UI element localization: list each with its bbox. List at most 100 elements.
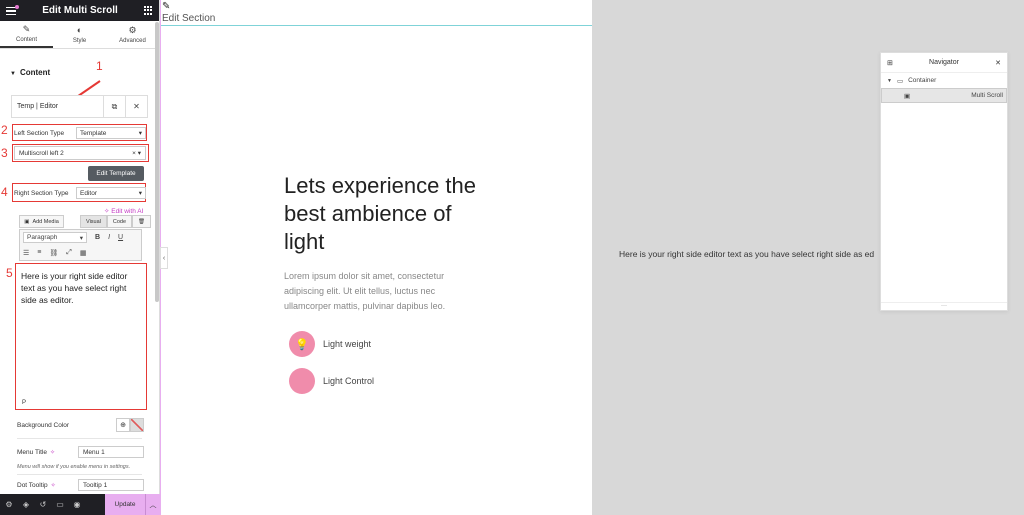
template-repeater-row[interactable]: Temp | Editor ⧉ ✕: [11, 95, 148, 118]
left-section-type-select[interactable]: Template ▾: [76, 127, 146, 139]
dot-tooltip-input[interactable]: Tooltip 1: [78, 479, 144, 491]
editor-content[interactable]: Here is your right side editor text as y…: [16, 264, 146, 312]
responsive-icon[interactable]: ▭: [52, 500, 68, 509]
panel-title: Edit Multi Scroll: [42, 5, 118, 16]
rich-text-editor[interactable]: Here is your right side editor text as y…: [15, 263, 147, 410]
collapse-panel-chevron-icon[interactable]: ‹: [160, 247, 168, 269]
bullet-list-icon[interactable]: ☰: [23, 249, 29, 257]
feature-label: Light Control: [323, 376, 375, 386]
settings-icon[interactable]: ⚙: [1, 500, 17, 509]
widget-icon: ▣: [904, 92, 911, 100]
panel-footer: ⚙ ◈ ↺ ▭ ◉ Update ︿: [0, 494, 160, 515]
link-icon[interactable]: ⛓: [49, 249, 58, 257]
right-section-type-value: Editor: [80, 189, 97, 197]
lightbulb-icon: 💡: [289, 331, 315, 357]
close-icon[interactable]: ✕: [995, 59, 1001, 67]
menu-title-note: Menu will show if you enable menu in set…: [17, 464, 131, 470]
clear-dropdown-icon[interactable]: × ▾: [132, 149, 141, 157]
panel-header: Edit Multi Scroll: [0, 0, 159, 21]
section-description: Lorem ipsum dolor sit amet, consectetur …: [284, 271, 446, 311]
tab-advanced-label: Advanced: [119, 37, 146, 44]
layers-icon[interactable]: ◈: [18, 500, 34, 509]
fullscreen-icon[interactable]: ⤢: [66, 249, 72, 257]
sparkle-icon: ✧: [104, 208, 110, 215]
globe-icon[interactable]: ⊕: [116, 418, 130, 432]
tab-visual[interactable]: Visual: [80, 215, 107, 228]
folder-icon: ▭: [896, 77, 904, 85]
add-media-button[interactable]: ▣ Add Media: [19, 215, 64, 228]
dropdown-arrow-icon: ▾: [138, 130, 142, 137]
navigator-item-container[interactable]: ▼ ▭ Container: [881, 73, 1007, 88]
tab-advanced[interactable]: ⚙ Advanced: [106, 21, 159, 48]
paragraph-format-select[interactable]: Paragraph ▾: [23, 232, 87, 243]
tab-style-label: Style: [72, 37, 87, 44]
panel-scrollbar[interactable]: [155, 22, 159, 302]
history-icon[interactable]: ↺: [35, 500, 51, 509]
navigator-title: Navigator: [929, 59, 959, 66]
edit-with-ai-label: Edit with AI: [111, 208, 144, 215]
right-section-type-control: Right Section Type Editor ▾: [14, 187, 146, 199]
close-icon[interactable]: ✕: [125, 96, 147, 117]
tab-content[interactable]: ✎ Content: [0, 21, 53, 48]
annotation-number-5: 5: [6, 266, 13, 280]
right-section-type-select[interactable]: Editor ▾: [76, 187, 146, 199]
italic-icon[interactable]: I: [108, 234, 110, 241]
edit-section-label: Edit Section: [162, 13, 216, 24]
sparkle-icon[interactable]: ✧: [50, 450, 55, 456]
expand-all-icon[interactable]: ⊞: [887, 59, 893, 67]
navigator-panel: ⊞ Navigator ✕ ▼ ▭ Container ▣ Multi Scro…: [880, 52, 1008, 311]
chevron-up-icon[interactable]: ︿: [145, 494, 160, 515]
color-picker-swatch[interactable]: [130, 418, 144, 432]
contrast-icon: ◐: [76, 24, 83, 35]
dropdown-arrow-icon: ▾: [138, 190, 142, 197]
numbered-list-icon[interactable]: ≡: [37, 249, 41, 256]
tab-code[interactable]: Code: [106, 215, 133, 228]
right-section-editor-text: Here is your right side editor text as y…: [619, 249, 875, 259]
annotation-number-3: 3: [1, 146, 8, 160]
keyboard-icon[interactable]: ▦: [80, 249, 87, 257]
editor-toolbar: Paragraph ▾ B I U ☰ ≡ ⛓ ⤢ ▦: [19, 229, 142, 261]
media-icon: ▣: [24, 218, 30, 225]
background-color-label: Background Color: [17, 421, 70, 429]
section-headline: Lets experience the best ambience of lig…: [284, 173, 477, 254]
bold-icon[interactable]: B: [95, 234, 100, 241]
editor-element-path: P: [22, 400, 27, 406]
paragraph-format-value: Paragraph: [27, 234, 58, 241]
feature-item: 💡 Light weight: [289, 331, 371, 357]
multiscroll-template-select[interactable]: Multiscroll left 2 × ▾: [14, 146, 146, 160]
multiscroll-left-section: ✎ Edit Section Lets experience the best …: [161, 0, 592, 515]
annotation-number-4: 4: [1, 185, 8, 199]
pencil-icon[interactable]: ✎: [162, 1, 170, 12]
sparkle-icon[interactable]: ✧: [51, 483, 56, 489]
caret-down-icon: ▼: [10, 71, 16, 77]
content-section-label: Content: [19, 68, 51, 77]
left-section-type-control: Left Section Type Template ▾: [14, 127, 146, 139]
add-media-label: Add Media: [32, 218, 59, 225]
menu-title-label: Menu Title ✧: [17, 449, 78, 456]
menu-title-input[interactable]: Menu 1: [78, 446, 144, 458]
dot-tooltip-label: Dot Tooltip ✧: [17, 482, 78, 489]
underline-icon[interactable]: U: [118, 234, 123, 241]
dot-tooltip-control: Dot Tooltip ✧ Tooltip 1: [17, 479, 144, 491]
preview-eye-icon[interactable]: ◉: [69, 500, 85, 509]
navigator-resize-handle[interactable]: ···: [881, 302, 1007, 310]
dot-tooltip-text: Dot Tooltip: [17, 481, 48, 489]
navigator-item-label: Container: [908, 77, 937, 84]
navigator-header: ⊞ Navigator ✕: [881, 53, 1007, 73]
edit-template-button[interactable]: Edit Template: [88, 166, 144, 181]
edit-with-ai-link[interactable]: ✧ Edit with AI: [104, 207, 143, 215]
navigator-item-multi-scroll[interactable]: ▣ Multi Scroll: [881, 88, 1007, 103]
caret-down-icon[interactable]: ▼: [887, 78, 892, 84]
trash-icon[interactable]: 🗑: [132, 215, 152, 228]
hamburger-menu-icon[interactable]: [6, 4, 19, 15]
duplicate-icon[interactable]: ⧉: [103, 96, 125, 117]
annotation-number-2: 2: [1, 123, 8, 137]
edit-section-bar[interactable]: ✎ Edit Section: [161, 0, 592, 26]
update-button[interactable]: Update: [105, 494, 145, 515]
pencil-icon: ✎: [22, 23, 31, 34]
widgets-grid-icon[interactable]: [144, 6, 153, 15]
annotation-number-1: 1: [96, 59, 103, 73]
multiscroll-template-value: Multiscroll left 2: [19, 149, 64, 157]
tab-style[interactable]: ◐ Style: [53, 21, 106, 48]
content-section-toggle[interactable]: ▼ Content: [10, 68, 50, 77]
